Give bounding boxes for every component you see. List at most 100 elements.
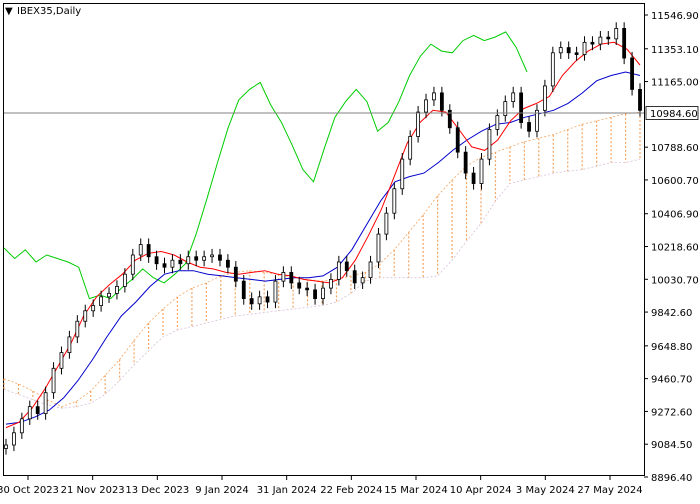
- price-tick-label: 9648.80: [651, 342, 692, 353]
- candle-body: [368, 261, 373, 279]
- candle-body: [178, 259, 183, 265]
- candle-body: [384, 212, 389, 235]
- candle-body: [638, 89, 642, 111]
- candle-body: [424, 99, 428, 113]
- candle-body: [519, 92, 524, 123]
- candle-body: [297, 282, 302, 289]
- chart-window: 11546.90 11353.10 11165.00 10788.60 10600.70…: [0, 0, 700, 500]
- candle-body: [35, 406, 40, 415]
- candle-body: [622, 28, 627, 59]
- candle-body: [487, 129, 492, 160]
- candle-body: [202, 256, 207, 261]
- candle-body: [130, 254, 135, 275]
- candle-body: [400, 158, 405, 190]
- candle-body: [432, 92, 436, 101]
- price-tick-label: 10030.70: [651, 275, 699, 286]
- candle-body: [162, 263, 167, 268]
- price-tick-label: 11353.10: [651, 45, 699, 56]
- candle-body: [479, 158, 484, 184]
- current-price-label: 10984.60: [650, 109, 698, 120]
- candle-body: [558, 47, 563, 54]
- candle-body: [550, 52, 555, 87]
- candle-body: [170, 259, 175, 268]
- candle-body: [12, 432, 16, 446]
- caret-down-icon[interactable]: ▼: [5, 6, 13, 17]
- candle-body: [59, 352, 64, 369]
- price-tick-label: 10218.60: [651, 243, 699, 254]
- candle-body: [27, 406, 32, 420]
- candle-body: [273, 280, 278, 303]
- candle-body: [138, 244, 143, 256]
- candle-body: [344, 261, 349, 272]
- time-tick-label: 22 Feb 2024: [320, 485, 382, 496]
- candle-body: [289, 272, 294, 284]
- candle-body: [99, 296, 103, 306]
- candle-body: [566, 47, 571, 54]
- ichimoku-chart: 11546.90 11353.10 11165.00 10788.60 10600.70…: [0, 0, 700, 500]
- candle-body: [75, 320, 80, 338]
- candle-body: [313, 289, 317, 299]
- price-tick-label: 8896.40: [651, 473, 692, 484]
- symbol-header: ▼ IBEX35,Daily: [5, 6, 81, 17]
- price-tick-label: 10600.70: [651, 176, 699, 187]
- candle-body: [321, 287, 325, 299]
- time-tick-label: 30 Oct 2023: [0, 485, 59, 496]
- price-tick-label: 11546.90: [651, 11, 699, 22]
- price-tick-label: 9460.70: [651, 375, 692, 386]
- candle-body: [336, 261, 341, 280]
- candle-body: [606, 36, 611, 40]
- price-tick-label: 9842.60: [651, 308, 692, 319]
- time-tick-label: 15 Mar 2024: [384, 485, 447, 496]
- candle-body: [257, 296, 262, 305]
- candle-body: [455, 127, 460, 153]
- candle-body: [43, 392, 48, 415]
- candle-body: [416, 111, 421, 137]
- candle-body: [376, 233, 381, 263]
- candle-body: [51, 367, 56, 394]
- price-tick-label: 9272.60: [651, 407, 692, 418]
- candle-body: [122, 273, 127, 287]
- price-tick-label: 10788.60: [651, 143, 699, 154]
- price-axis: 11546.90 11353.10 11165.00 10788.60 10600.70…: [644, 11, 699, 484]
- candle-body: [146, 244, 151, 258]
- time-tick-label: 13 Dec 2023: [125, 485, 189, 496]
- candle-body: [265, 296, 270, 303]
- price-tick-label: 11165.00: [651, 78, 699, 89]
- candle-body: [194, 256, 199, 261]
- candle-body: [471, 172, 476, 184]
- time-tick-label: 31 Jan 2024: [257, 485, 317, 496]
- candle-body: [19, 418, 24, 434]
- candle-body: [582, 41, 587, 55]
- candle-body: [574, 52, 579, 55]
- candle-body: [83, 310, 88, 322]
- time-tick-label: 10 Apr 2024: [450, 485, 512, 496]
- candle-body: [630, 57, 634, 90]
- candle-body: [281, 272, 286, 282]
- candle-body: [463, 151, 468, 174]
- candle-body: [210, 254, 214, 258]
- candle-body: [392, 188, 397, 214]
- candle-body: [233, 266, 238, 282]
- symbol-label: IBEX35,Daily: [17, 6, 81, 17]
- candle-body: [115, 285, 119, 294]
- candle-body: [249, 298, 254, 305]
- candle-body: [614, 28, 619, 40]
- time-tick-label: 3 May 2024: [516, 485, 575, 496]
- candle-body: [408, 136, 413, 160]
- candle-body: [225, 259, 230, 268]
- candle-body: [439, 92, 444, 111]
- candle-body: [91, 305, 96, 312]
- candle-body: [352, 270, 357, 284]
- candle-body: [543, 85, 547, 111]
- candle-body: [598, 36, 603, 45]
- time-tick-label: 9 Jan 2024: [195, 485, 249, 496]
- candle-body: [527, 122, 531, 132]
- candle-body: [511, 92, 516, 103]
- price-tick-label: 10406.90: [651, 210, 699, 221]
- candle-body: [4, 444, 8, 449]
- candle-body: [360, 277, 365, 284]
- candle-body: [329, 279, 333, 289]
- candle-body: [186, 256, 191, 265]
- candle-body: [154, 256, 159, 265]
- current-price-tag: 10984.60: [645, 106, 699, 120]
